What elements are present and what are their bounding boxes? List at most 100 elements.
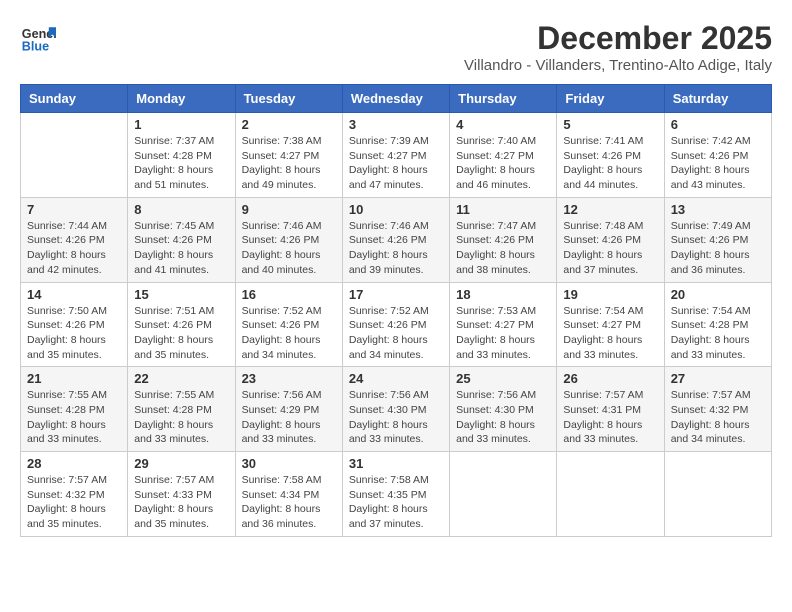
day-info: Sunrise: 7:54 AMSunset: 4:28 PMDaylight:… — [671, 304, 765, 363]
day-info: Sunrise: 7:55 AMSunset: 4:28 PMDaylight:… — [27, 388, 121, 447]
day-info: Sunrise: 7:41 AMSunset: 4:26 PMDaylight:… — [563, 134, 657, 193]
day-number: 19 — [563, 287, 657, 302]
day-number: 18 — [456, 287, 550, 302]
weekday-header-thursday: Thursday — [450, 85, 557, 113]
calendar-cell: 4 Sunrise: 7:40 AMSunset: 4:27 PMDayligh… — [450, 113, 557, 198]
day-number: 11 — [456, 202, 550, 217]
calendar-cell: 2 Sunrise: 7:38 AMSunset: 4:27 PMDayligh… — [235, 113, 342, 198]
day-number: 25 — [456, 371, 550, 386]
calendar-cell: 9 Sunrise: 7:46 AMSunset: 4:26 PMDayligh… — [235, 197, 342, 282]
day-info: Sunrise: 7:38 AMSunset: 4:27 PMDaylight:… — [242, 134, 336, 193]
calendar-cell: 18 Sunrise: 7:53 AMSunset: 4:27 PMDaylig… — [450, 282, 557, 367]
day-number: 6 — [671, 117, 765, 132]
calendar-cell: 14 Sunrise: 7:50 AMSunset: 4:26 PMDaylig… — [21, 282, 128, 367]
calendar-cell: 15 Sunrise: 7:51 AMSunset: 4:26 PMDaylig… — [128, 282, 235, 367]
week-row-2: 7 Sunrise: 7:44 AMSunset: 4:26 PMDayligh… — [21, 197, 772, 282]
calendar-cell: 23 Sunrise: 7:56 AMSunset: 4:29 PMDaylig… — [235, 367, 342, 452]
day-number: 26 — [563, 371, 657, 386]
weekday-header-friday: Friday — [557, 85, 664, 113]
day-number: 28 — [27, 456, 121, 471]
day-number: 7 — [27, 202, 121, 217]
calendar-cell: 22 Sunrise: 7:55 AMSunset: 4:28 PMDaylig… — [128, 367, 235, 452]
month-title: December 2025 — [464, 20, 772, 57]
calendar-cell: 12 Sunrise: 7:48 AMSunset: 4:26 PMDaylig… — [557, 197, 664, 282]
day-number: 12 — [563, 202, 657, 217]
calendar-cell: 5 Sunrise: 7:41 AMSunset: 4:26 PMDayligh… — [557, 113, 664, 198]
weekday-header-monday: Monday — [128, 85, 235, 113]
day-info: Sunrise: 7:46 AMSunset: 4:26 PMDaylight:… — [242, 219, 336, 278]
calendar-cell — [450, 452, 557, 537]
day-number: 17 — [349, 287, 443, 302]
day-number: 16 — [242, 287, 336, 302]
calendar-cell: 19 Sunrise: 7:54 AMSunset: 4:27 PMDaylig… — [557, 282, 664, 367]
day-number: 15 — [134, 287, 228, 302]
day-info: Sunrise: 7:56 AMSunset: 4:30 PMDaylight:… — [349, 388, 443, 447]
weekday-header-tuesday: Tuesday — [235, 85, 342, 113]
title-block: December 2025 Villandro - Villanders, Tr… — [464, 20, 772, 74]
day-number: 14 — [27, 287, 121, 302]
calendar-cell: 30 Sunrise: 7:58 AMSunset: 4:34 PMDaylig… — [235, 452, 342, 537]
logo-icon: General Blue — [20, 20, 56, 56]
weekday-header-row: SundayMondayTuesdayWednesdayThursdayFrid… — [21, 85, 772, 113]
calendar-cell: 7 Sunrise: 7:44 AMSunset: 4:26 PMDayligh… — [21, 197, 128, 282]
calendar-cell: 11 Sunrise: 7:47 AMSunset: 4:26 PMDaylig… — [450, 197, 557, 282]
day-number: 3 — [349, 117, 443, 132]
calendar-cell: 20 Sunrise: 7:54 AMSunset: 4:28 PMDaylig… — [664, 282, 771, 367]
day-number: 29 — [134, 456, 228, 471]
calendar-cell: 31 Sunrise: 7:58 AMSunset: 4:35 PMDaylig… — [342, 452, 449, 537]
day-number: 1 — [134, 117, 228, 132]
day-number: 24 — [349, 371, 443, 386]
weekday-header-saturday: Saturday — [664, 85, 771, 113]
calendar-cell: 27 Sunrise: 7:57 AMSunset: 4:32 PMDaylig… — [664, 367, 771, 452]
calendar-cell: 28 Sunrise: 7:57 AMSunset: 4:32 PMDaylig… — [21, 452, 128, 537]
calendar-cell: 8 Sunrise: 7:45 AMSunset: 4:26 PMDayligh… — [128, 197, 235, 282]
calendar-cell: 1 Sunrise: 7:37 AMSunset: 4:28 PMDayligh… — [128, 113, 235, 198]
day-info: Sunrise: 7:47 AMSunset: 4:26 PMDaylight:… — [456, 219, 550, 278]
calendar-cell: 6 Sunrise: 7:42 AMSunset: 4:26 PMDayligh… — [664, 113, 771, 198]
calendar-cell — [664, 452, 771, 537]
day-number: 30 — [242, 456, 336, 471]
day-number: 31 — [349, 456, 443, 471]
day-info: Sunrise: 7:58 AMSunset: 4:34 PMDaylight:… — [242, 473, 336, 532]
day-info: Sunrise: 7:48 AMSunset: 4:26 PMDaylight:… — [563, 219, 657, 278]
day-info: Sunrise: 7:57 AMSunset: 4:33 PMDaylight:… — [134, 473, 228, 532]
calendar-cell: 3 Sunrise: 7:39 AMSunset: 4:27 PMDayligh… — [342, 113, 449, 198]
calendar-cell: 10 Sunrise: 7:46 AMSunset: 4:26 PMDaylig… — [342, 197, 449, 282]
calendar-cell — [557, 452, 664, 537]
day-info: Sunrise: 7:57 AMSunset: 4:32 PMDaylight:… — [671, 388, 765, 447]
day-info: Sunrise: 7:40 AMSunset: 4:27 PMDaylight:… — [456, 134, 550, 193]
week-row-1: 1 Sunrise: 7:37 AMSunset: 4:28 PMDayligh… — [21, 113, 772, 198]
calendar-table: SundayMondayTuesdayWednesdayThursdayFrid… — [20, 84, 772, 537]
location-subtitle: Villandro - Villanders, Trentino-Alto Ad… — [464, 57, 772, 74]
day-number: 8 — [134, 202, 228, 217]
day-number: 10 — [349, 202, 443, 217]
day-number: 5 — [563, 117, 657, 132]
day-number: 13 — [671, 202, 765, 217]
day-info: Sunrise: 7:37 AMSunset: 4:28 PMDaylight:… — [134, 134, 228, 193]
day-info: Sunrise: 7:39 AMSunset: 4:27 PMDaylight:… — [349, 134, 443, 193]
day-number: 22 — [134, 371, 228, 386]
day-info: Sunrise: 7:44 AMSunset: 4:26 PMDaylight:… — [27, 219, 121, 278]
day-info: Sunrise: 7:51 AMSunset: 4:26 PMDaylight:… — [134, 304, 228, 363]
day-info: Sunrise: 7:42 AMSunset: 4:26 PMDaylight:… — [671, 134, 765, 193]
day-number: 20 — [671, 287, 765, 302]
day-number: 21 — [27, 371, 121, 386]
day-info: Sunrise: 7:58 AMSunset: 4:35 PMDaylight:… — [349, 473, 443, 532]
day-info: Sunrise: 7:52 AMSunset: 4:26 PMDaylight:… — [349, 304, 443, 363]
day-number: 27 — [671, 371, 765, 386]
day-number: 2 — [242, 117, 336, 132]
day-info: Sunrise: 7:57 AMSunset: 4:31 PMDaylight:… — [563, 388, 657, 447]
calendar-cell: 24 Sunrise: 7:56 AMSunset: 4:30 PMDaylig… — [342, 367, 449, 452]
svg-text:Blue: Blue — [22, 40, 49, 54]
day-number: 4 — [456, 117, 550, 132]
week-row-5: 28 Sunrise: 7:57 AMSunset: 4:32 PMDaylig… — [21, 452, 772, 537]
calendar-cell: 17 Sunrise: 7:52 AMSunset: 4:26 PMDaylig… — [342, 282, 449, 367]
day-info: Sunrise: 7:45 AMSunset: 4:26 PMDaylight:… — [134, 219, 228, 278]
day-info: Sunrise: 7:53 AMSunset: 4:27 PMDaylight:… — [456, 304, 550, 363]
day-info: Sunrise: 7:49 AMSunset: 4:26 PMDaylight:… — [671, 219, 765, 278]
day-info: Sunrise: 7:46 AMSunset: 4:26 PMDaylight:… — [349, 219, 443, 278]
page-header: General Blue December 2025 Villandro - V… — [20, 20, 772, 74]
day-info: Sunrise: 7:57 AMSunset: 4:32 PMDaylight:… — [27, 473, 121, 532]
day-info: Sunrise: 7:55 AMSunset: 4:28 PMDaylight:… — [134, 388, 228, 447]
week-row-4: 21 Sunrise: 7:55 AMSunset: 4:28 PMDaylig… — [21, 367, 772, 452]
